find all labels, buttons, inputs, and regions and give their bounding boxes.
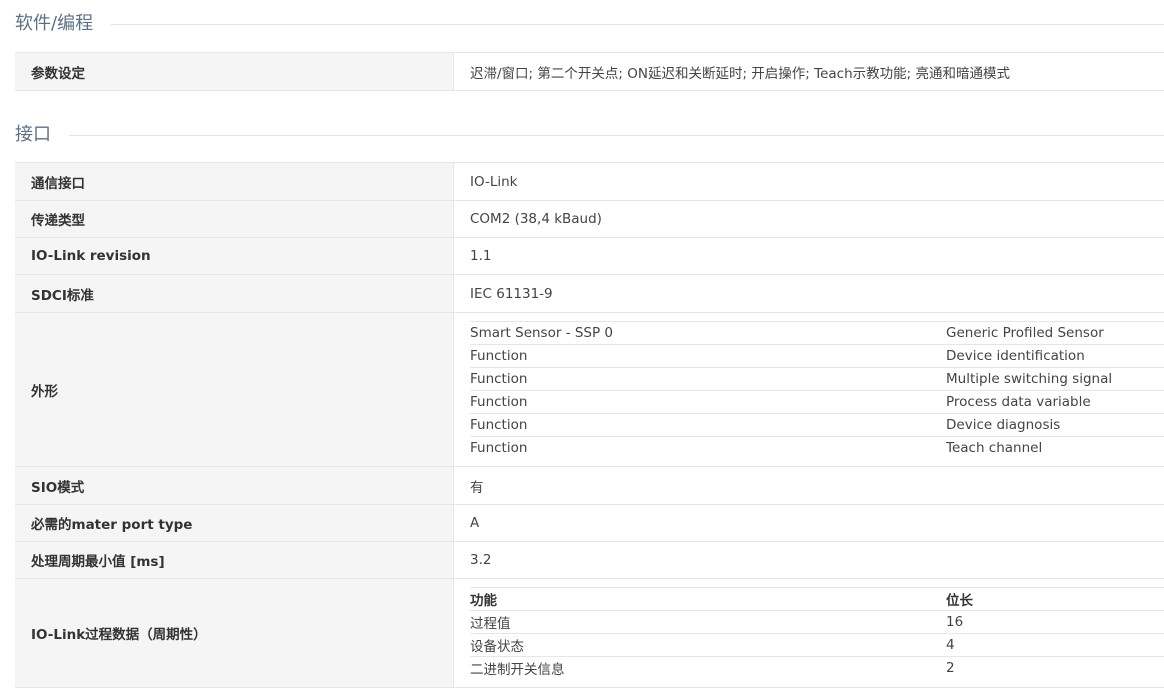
section-title: 接口 [15,124,51,145]
profile-subtable: Smart Sensor - SSP 0 Generic Profiled Se… [470,320,1164,459]
section-title: 软件/编程 [15,13,94,34]
profile-value-cell: Smart Sensor - SSP 0 Generic Profiled Se… [453,312,1164,467]
process-data-bits: 4 [946,633,1164,657]
section-heading-software: 软件/编程 [15,13,1164,35]
row-value: COM2 (38,4 kBaud) [453,200,1164,238]
table-row: IO-Link revision 1.1 [15,237,1164,275]
profile-left: Function [470,366,946,391]
profile-left: Function [470,389,946,414]
process-data-row: 设备状态 4 [470,633,1164,657]
interface-spec-table: 通信接口 IO-Link 传递类型 COM2 (38,4 kBaud) IO-L… [15,162,1164,688]
row-label: 处理周期最小值 [ms] [15,541,454,579]
row-value: 3.2 [453,541,1164,579]
row-value: A [453,504,1164,542]
process-data-header-row: 功能 位长 [470,587,1164,611]
profile-right: Device diagnosis [946,412,1164,437]
column-header-function: 功能 [470,587,946,611]
profile-right: Generic Profiled Sensor [946,320,1164,345]
table-row: 必需的mater port type A [15,504,1164,542]
profile-row: Function Teach channel [470,435,1164,459]
row-label: IO-Link过程数据（周期性） [15,578,454,688]
row-value: IEC 61131-9 [453,274,1164,313]
row-value: IO-Link [453,162,1164,201]
software-spec-table: 参数设定 迟滞/窗口; 第二个开关点; ON延迟和关断延时; 开启操作; Tea… [15,52,1164,91]
profile-right: Multiple switching signal [946,366,1164,391]
divider [69,134,1164,136]
table-row: 通信接口 IO-Link [15,162,1164,201]
process-data-function: 设备状态 [470,633,946,657]
row-value: 迟滞/窗口; 第二个开关点; ON延迟和关断延时; 开启操作; Teach示教功… [453,52,1164,91]
row-label: 传递类型 [15,200,454,238]
row-label: 参数设定 [15,52,454,91]
process-data-row: 过程值 16 [470,610,1164,634]
table-row-process-data: IO-Link过程数据（周期性） 功能 位长 过程值 16 设备状态 4 二进制… [15,578,1164,688]
profile-right: Teach channel [946,435,1164,459]
row-label: 外形 [15,312,454,467]
row-label: SIO模式 [15,466,454,505]
row-label: IO-Link revision [15,237,454,275]
profile-row: Function Multiple switching signal [470,366,1164,391]
process-data-subtable: 功能 位长 过程值 16 设备状态 4 二进制开关信息 2 [470,587,1164,679]
process-data-value-cell: 功能 位长 过程值 16 设备状态 4 二进制开关信息 2 [453,578,1164,688]
table-row: 传递类型 COM2 (38,4 kBaud) [15,200,1164,238]
profile-row: Function Process data variable [470,389,1164,414]
profile-right: Process data variable [946,389,1164,414]
process-data-function: 过程值 [470,610,946,634]
row-value: 有 [453,466,1164,505]
profile-left: Function [470,343,946,368]
profile-left: Function [470,412,946,437]
profile-left: Function [470,435,946,459]
profile-row: Function Device identification [470,343,1164,368]
profile-row: Function Device diagnosis [470,412,1164,437]
process-data-row: 二进制开关信息 2 [470,656,1164,679]
row-label: 通信接口 [15,162,454,201]
row-value: 1.1 [453,237,1164,275]
table-row-profile: 外形 Smart Sensor - SSP 0 Generic Profiled… [15,312,1164,467]
profile-left: Smart Sensor - SSP 0 [470,320,946,345]
row-label: 必需的mater port type [15,504,454,542]
table-row: SDCI标准 IEC 61131-9 [15,274,1164,313]
process-data-bits: 2 [946,656,1164,679]
process-data-function: 二进制开关信息 [470,656,946,679]
table-row: 参数设定 迟滞/窗口; 第二个开关点; ON延迟和关断延时; 开启操作; Tea… [15,52,1164,91]
section-heading-interface: 接口 [15,124,1164,146]
divider [111,23,1164,25]
row-label: SDCI标准 [15,274,454,313]
column-header-bit-length: 位长 [946,587,1164,611]
profile-row: Smart Sensor - SSP 0 Generic Profiled Se… [470,320,1164,345]
profile-right: Device identification [946,343,1164,368]
table-row: 处理周期最小值 [ms] 3.2 [15,541,1164,579]
process-data-bits: 16 [946,610,1164,634]
table-row: SIO模式 有 [15,466,1164,505]
